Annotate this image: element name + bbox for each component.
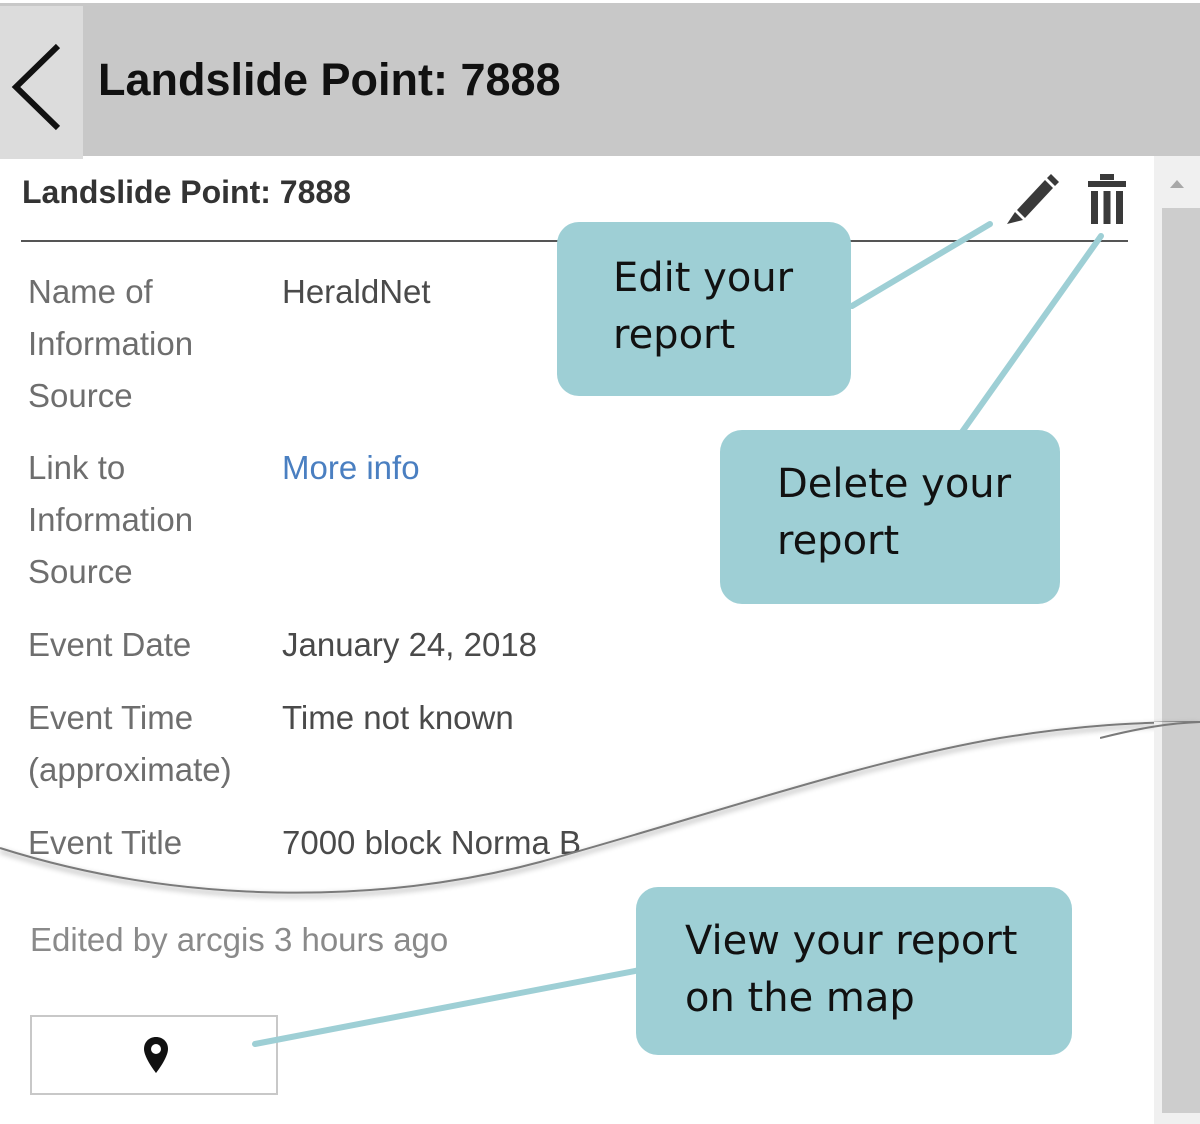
field-value-event-time: Time not known bbox=[282, 699, 514, 736]
more-info-link[interactable]: More info bbox=[282, 442, 420, 494]
callout-delete-line-1: Delete your bbox=[777, 461, 1012, 507]
map-pin-icon bbox=[144, 1037, 168, 1073]
zoom-to-button[interactable] bbox=[30, 1015, 278, 1095]
pencil-icon[interactable] bbox=[1003, 172, 1061, 231]
header-bar: Landslide Point: 7888 bbox=[0, 0, 1200, 159]
field-label-event-date: Event Date bbox=[28, 626, 192, 663]
callout-delete: Delete your report bbox=[720, 430, 1060, 604]
scroll-thumb-lower bbox=[1162, 722, 1200, 1113]
torn-edge-right-end bbox=[1100, 721, 1200, 739]
field-label-event-time: Event Time (approximate) bbox=[28, 699, 232, 788]
callout-view: View your report on the map bbox=[636, 887, 1072, 1055]
popup-title: Landslide Point: 7888 bbox=[22, 174, 351, 210]
field-value-source-name: HeraldNet bbox=[282, 273, 431, 310]
callout-edit-line-2: report bbox=[613, 312, 736, 358]
app-window: Landslide Point: 7888 Landslide Point: 7… bbox=[0, 0, 1200, 1124]
header-title: Landslide Point: 7888 bbox=[98, 54, 561, 105]
field-label-source-name: Name of Information Source bbox=[28, 273, 194, 414]
back-button[interactable] bbox=[0, 6, 83, 159]
field-label-event-title: Event Title bbox=[28, 824, 183, 861]
chevron-left-icon bbox=[11, 43, 61, 131]
edited-by-note: Edited by arcgis 3 hours ago bbox=[30, 921, 449, 958]
callout-edit: Edit your report bbox=[557, 222, 851, 396]
triangle-up-icon bbox=[1170, 180, 1184, 188]
field-label-source-link: Link to Information Source bbox=[28, 449, 194, 590]
field-value-event-date: January 24, 2018 bbox=[282, 626, 538, 663]
trash-icon[interactable] bbox=[1086, 172, 1128, 231]
scroll-up-button[interactable] bbox=[1154, 168, 1200, 198]
field-value-event-title: 7000 block Norma B bbox=[282, 824, 581, 861]
callout-view-line-1: View your report bbox=[685, 918, 1018, 964]
callout-delete-line-2: report bbox=[777, 518, 900, 564]
scrollbar-track-lower bbox=[1154, 722, 1200, 1124]
callout-edit-line-1: Edit your bbox=[613, 255, 794, 301]
callout-view-line-2: on the map bbox=[685, 975, 915, 1021]
